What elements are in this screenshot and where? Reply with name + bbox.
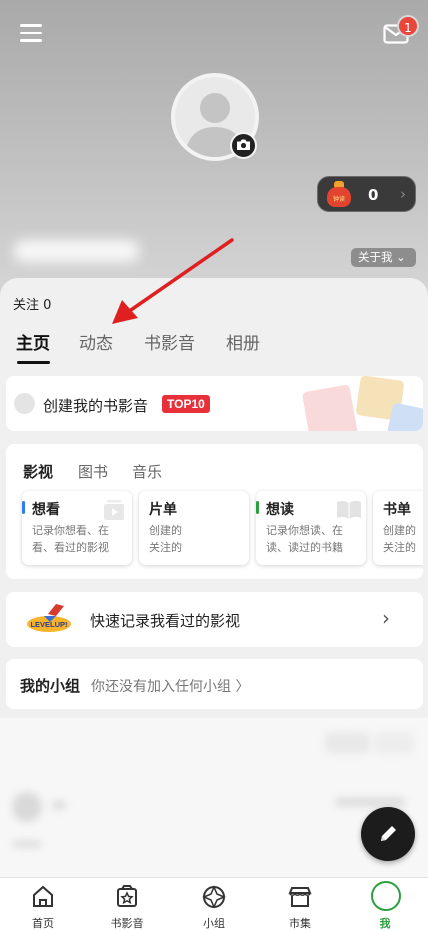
menu-icon[interactable] (20, 24, 42, 44)
market-store-icon (288, 887, 312, 907)
tab-media[interactable]: 书影音 (144, 329, 195, 354)
lucky-bag-icon: 钟读 (327, 181, 351, 207)
quick-record-label: 快速记录我看过的影视 (90, 612, 241, 630)
chevron-right-icon: › (400, 185, 406, 203)
create-media-label: 创建我的书影音 (43, 397, 149, 415)
movie-list-card[interactable]: 片单 创建的关注的 (139, 491, 249, 565)
blurred-feed-area (0, 718, 428, 878)
book-list-card[interactable]: 书单 创建的关注的 (373, 491, 423, 565)
coin-count: 0 (368, 186, 379, 204)
levelup-rocket-icon: LEVELUP! (27, 604, 71, 632)
tabbar-item-home[interactable]: 首页 (0, 878, 86, 930)
compose-fab-button[interactable] (361, 807, 415, 861)
svg-text:LEVELUP!: LEVELUP! (30, 620, 67, 629)
media-tab-music[interactable]: 音乐 (132, 461, 162, 482)
group-aperture-icon (202, 885, 226, 909)
bottom-tab-bar: 首页 书影音 小组 市集 我 (0, 877, 428, 930)
blurred-username (14, 240, 139, 262)
active-tab-indicator (17, 361, 50, 364)
media-star-icon (117, 885, 137, 907)
coin-balance-pill[interactable]: 钟读 0 › (317, 176, 416, 212)
want-to-read-card[interactable]: 想读 记录你想读、在读、读过的书籍 (256, 491, 366, 565)
my-groups-label: 我的小组 (20, 677, 81, 695)
media-tab-books[interactable]: 图书 (78, 461, 108, 482)
decor-card-pink (301, 384, 359, 431)
want-to-watch-card[interactable]: 想看 记录你想看、在看、看过的影视 (22, 491, 132, 565)
my-groups-hint: 你还没有加入任何小组 〉 (91, 679, 250, 695)
chevron-right-icon: › (382, 606, 390, 630)
pencil-icon (381, 826, 396, 841)
follow-count[interactable]: 关注 0 (13, 294, 51, 313)
tabbar-item-market[interactable]: 市集 (257, 878, 343, 930)
video-play-icon (104, 500, 124, 520)
tab-album[interactable]: 相册 (226, 329, 260, 354)
mini-avatar (14, 393, 35, 414)
tabbar-item-me[interactable]: 我 (342, 878, 428, 930)
mail-unread-badge: 1 (397, 15, 419, 37)
home-icon (33, 885, 53, 907)
quick-record-card[interactable]: LEVELUP! 快速记录我看过的影视 › (6, 592, 423, 647)
tabbar-item-groups[interactable]: 小组 (171, 878, 257, 930)
tabbar-item-media[interactable]: 书影音 (84, 878, 170, 930)
open-book-icon (337, 500, 361, 519)
my-groups-card[interactable]: 我的小组 你还没有加入任何小组 〉 (6, 659, 423, 709)
tab-activity[interactable]: 动态 (79, 329, 113, 354)
about-me-button[interactable]: 关于我 ⌄ (351, 248, 416, 267)
create-media-card[interactable]: 创建我的书影音 TOP10 (6, 376, 423, 431)
camera-icon[interactable] (230, 132, 257, 159)
media-tab-movies[interactable]: 影视 (23, 461, 53, 482)
top10-badge: TOP10 (162, 395, 210, 413)
me-icon (371, 881, 401, 911)
tab-home[interactable]: 主页 (16, 329, 50, 354)
media-records-card: 影视 图书 音乐 想看 记录你想看、在看、看过的影视 片单 创建的关注的 想读 … (6, 444, 423, 579)
